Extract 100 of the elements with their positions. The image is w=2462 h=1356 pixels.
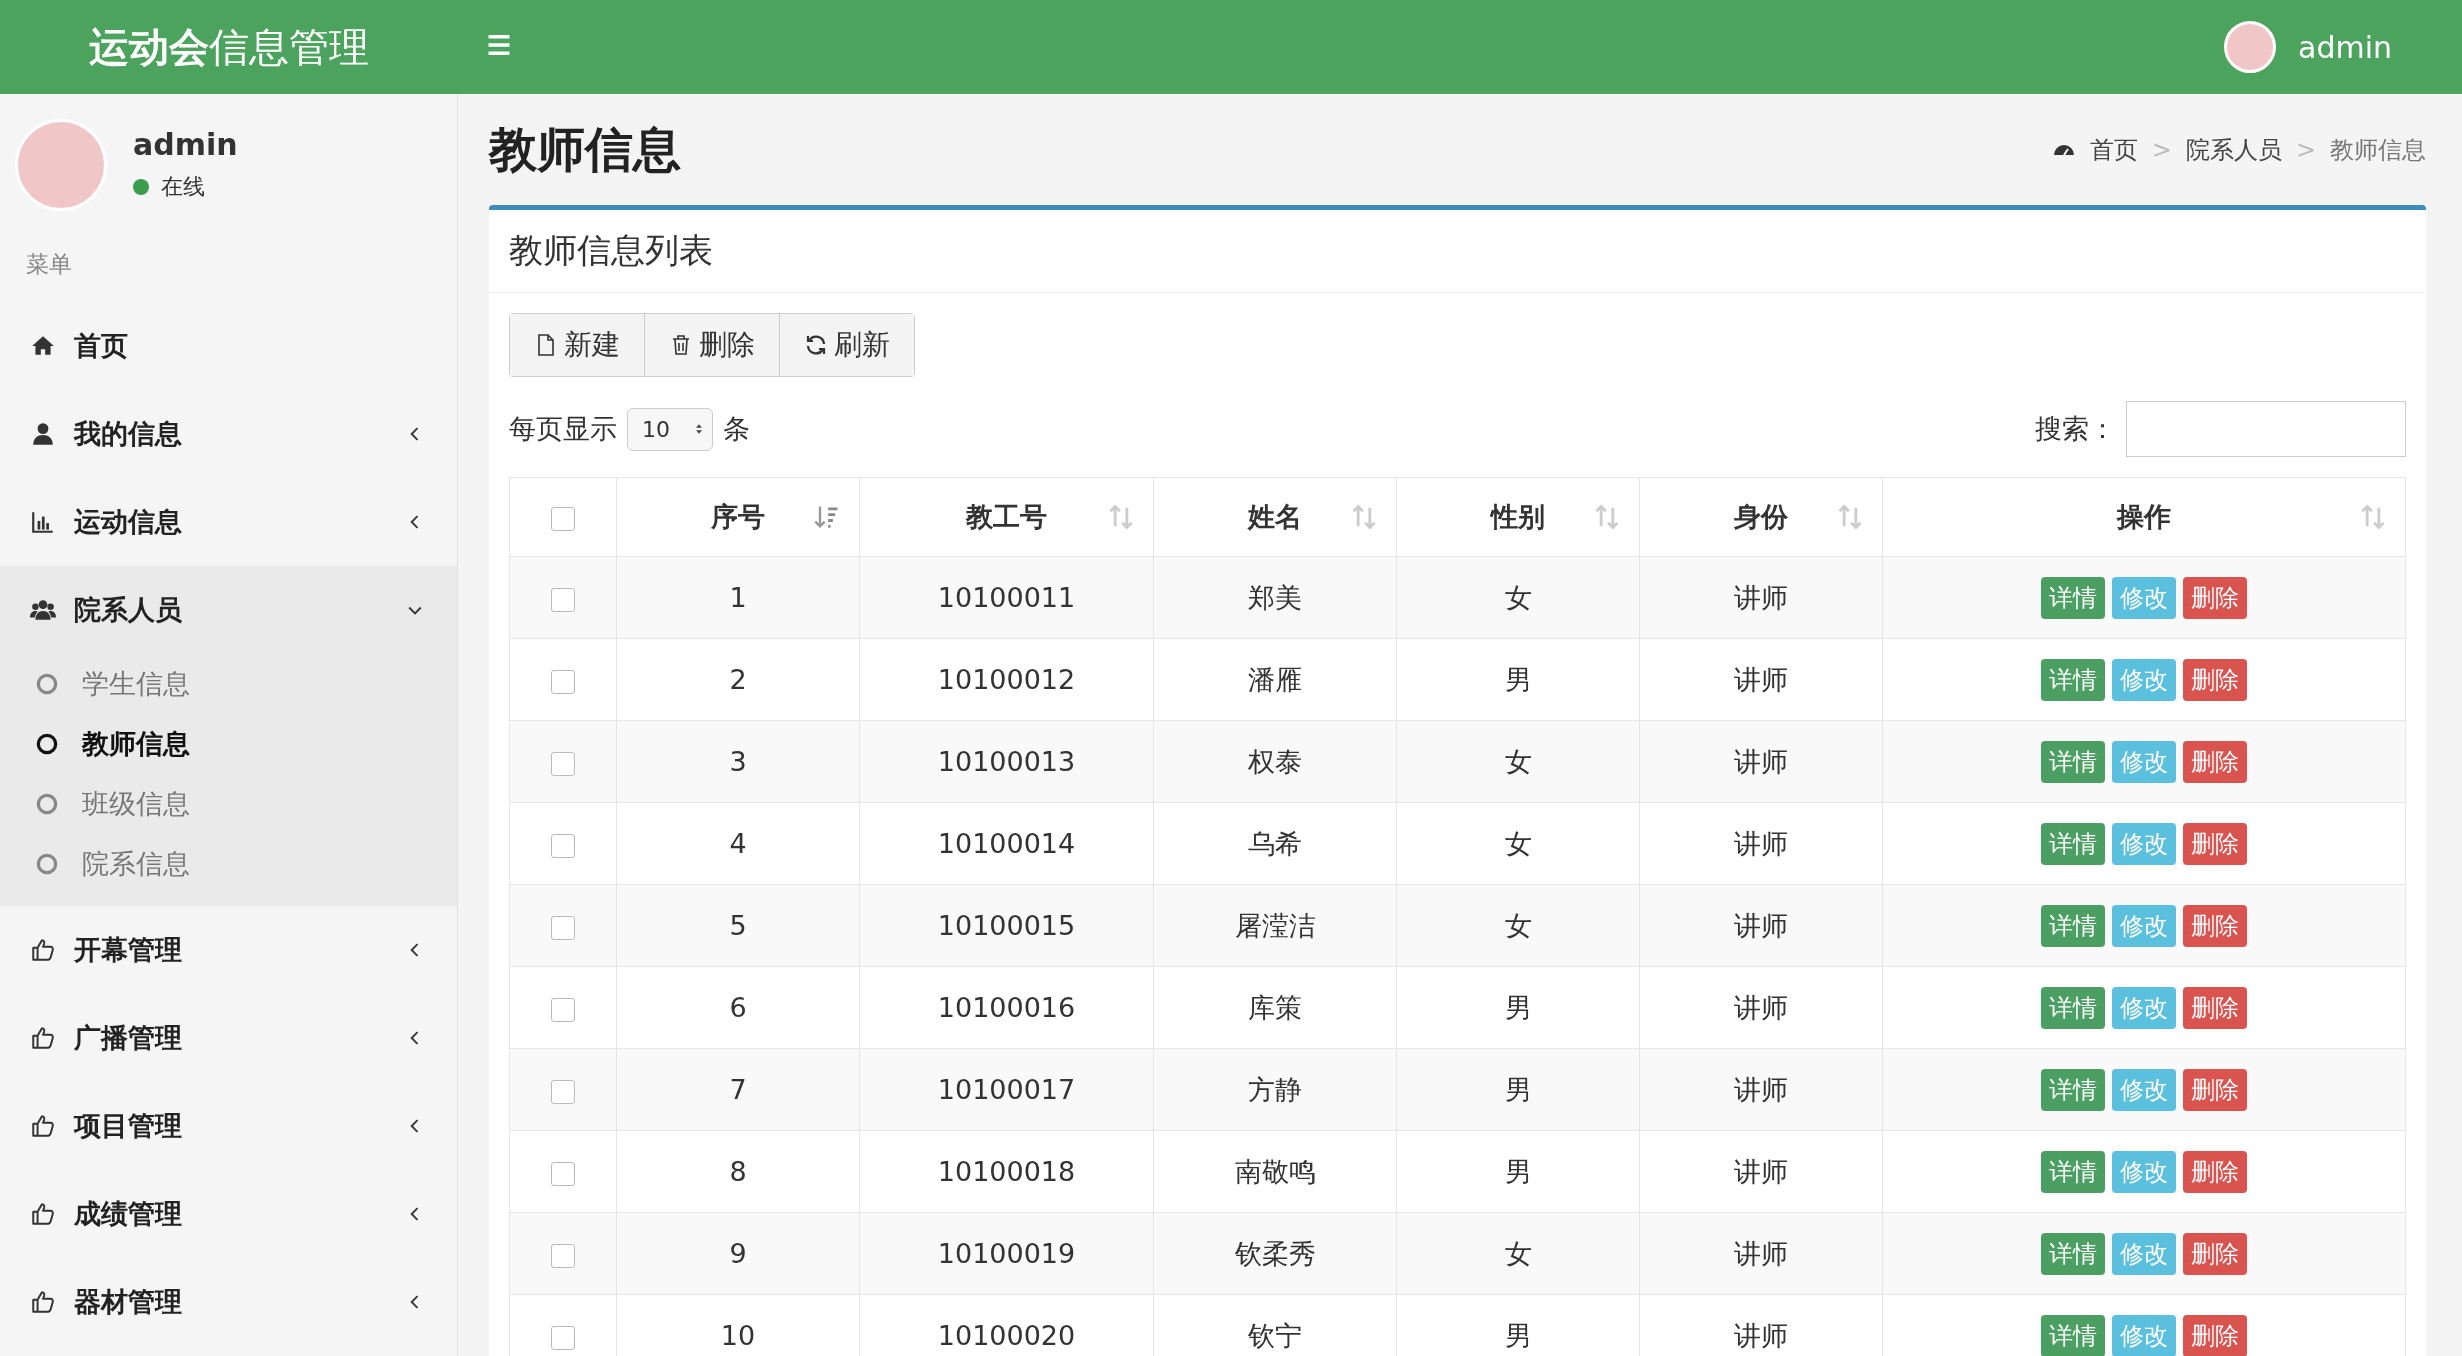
refresh-icon bbox=[804, 333, 828, 357]
thumbs-up-icon bbox=[30, 1201, 56, 1227]
edit-button[interactable]: 修改 bbox=[2112, 822, 2176, 865]
table-cell: 5 bbox=[616, 884, 860, 967]
user-name: admin bbox=[133, 127, 238, 162]
table-cell: 讲师 bbox=[1639, 1212, 1883, 1295]
table-cell: 10100011 bbox=[859, 556, 1154, 639]
menu-item[interactable]: 我的信息 bbox=[0, 390, 457, 478]
delete-button[interactable]: 删除 bbox=[2183, 576, 2247, 619]
delete-button[interactable]: 删除 bbox=[2183, 658, 2247, 701]
breadcrumb-link[interactable]: 首页 bbox=[2089, 133, 2138, 166]
details-button[interactable]: 详情 bbox=[2041, 904, 2105, 947]
table-cell: 讲师 bbox=[1639, 1130, 1883, 1213]
edit-button[interactable]: 修改 bbox=[2112, 740, 2176, 783]
menu-item[interactable]: 开幕管理 bbox=[0, 906, 457, 994]
edit-button[interactable]: 修改 bbox=[2112, 986, 2176, 1029]
breadcrumb-link[interactable]: 院系人员 bbox=[2185, 133, 2282, 166]
circle-icon bbox=[34, 731, 60, 757]
delete-button[interactable]: 删除 bbox=[2183, 1150, 2247, 1193]
submenu-item[interactable]: 学生信息 bbox=[0, 654, 457, 714]
table-cell: 女 bbox=[1396, 802, 1640, 885]
edit-button[interactable]: 修改 bbox=[2112, 1232, 2176, 1275]
edit-button[interactable]: 修改 bbox=[2112, 576, 2176, 619]
checkbox[interactable] bbox=[551, 1243, 575, 1268]
checkbox[interactable] bbox=[551, 669, 575, 694]
submenu-item[interactable]: 班级信息 bbox=[0, 774, 457, 834]
edit-button[interactable]: 修改 bbox=[2112, 658, 2176, 701]
edit-button[interactable]: 修改 bbox=[2112, 1068, 2176, 1111]
sort-icon bbox=[1107, 503, 1135, 531]
details-button[interactable]: 详情 bbox=[2041, 1232, 2105, 1275]
edit-button[interactable]: 修改 bbox=[2112, 904, 2176, 947]
details-button[interactable]: 详情 bbox=[2041, 658, 2105, 701]
delete-button[interactable]: 删除 bbox=[2183, 1232, 2247, 1275]
column-header[interactable]: 操作 bbox=[1882, 477, 2406, 557]
table-cell: 男 bbox=[1396, 1130, 1640, 1213]
table-cell: 女 bbox=[1396, 720, 1640, 803]
details-button[interactable]: 详情 bbox=[2041, 986, 2105, 1029]
panel-title: 教师信息列表 bbox=[489, 210, 2426, 293]
details-button[interactable]: 详情 bbox=[2041, 822, 2105, 865]
thumbs-up-icon bbox=[30, 1289, 56, 1315]
details-button[interactable]: 详情 bbox=[2041, 1150, 2105, 1193]
delete-button[interactable]: 删除 bbox=[2183, 986, 2247, 1029]
table-cell: 10100017 bbox=[859, 1048, 1154, 1131]
checkbox[interactable] bbox=[551, 1161, 575, 1186]
user-name[interactable]: admin bbox=[2298, 29, 2392, 65]
menu-item[interactable]: 成绩管理 bbox=[0, 1170, 457, 1258]
checkbox[interactable] bbox=[551, 833, 575, 858]
details-button[interactable]: 详情 bbox=[2041, 740, 2105, 783]
column-header[interactable]: 身份 bbox=[1639, 477, 1883, 557]
table-cell: 男 bbox=[1396, 1048, 1640, 1131]
column-header[interactable]: 教工号 bbox=[859, 477, 1154, 557]
table-cell: 7 bbox=[616, 1048, 860, 1131]
menu-item[interactable]: 运动信息 bbox=[0, 478, 457, 566]
delete-button[interactable]: 删除 bbox=[2183, 904, 2247, 947]
checkbox[interactable] bbox=[551, 915, 575, 940]
checkbox[interactable] bbox=[551, 587, 575, 612]
search-label: 搜索： bbox=[2035, 412, 2116, 446]
menu-item[interactable]: 器材管理 bbox=[0, 1258, 457, 1346]
sort-icon bbox=[1593, 503, 1621, 531]
details-button[interactable]: 详情 bbox=[2041, 1314, 2105, 1356]
app-logo: 运动会信息管理 bbox=[87, 22, 370, 72]
users-icon bbox=[30, 597, 56, 623]
table-cell: 女 bbox=[1396, 884, 1640, 967]
column-header[interactable]: 序号 bbox=[616, 477, 860, 557]
edit-button[interactable]: 修改 bbox=[2112, 1150, 2176, 1193]
page-title: 教师信息 bbox=[489, 119, 681, 179]
column-header[interactable]: 姓名 bbox=[1153, 477, 1397, 557]
edit-button[interactable]: 修改 bbox=[2112, 1314, 2176, 1356]
submenu-item[interactable]: 教师信息 bbox=[0, 714, 457, 774]
delete-button[interactable]: 删除 bbox=[2183, 1068, 2247, 1111]
menu-item[interactable]: 广播管理 bbox=[0, 994, 457, 1082]
checkbox[interactable] bbox=[551, 751, 575, 776]
circle-icon bbox=[34, 851, 60, 877]
menu-item[interactable]: 项目管理 bbox=[0, 1082, 457, 1170]
column-header[interactable]: 性别 bbox=[1396, 477, 1640, 557]
menu-item[interactable]: 首页 bbox=[0, 302, 457, 390]
status-text: 在线 bbox=[161, 173, 205, 201]
submenu-item[interactable]: 院系信息 bbox=[0, 834, 457, 894]
details-button[interactable]: 详情 bbox=[2041, 1068, 2105, 1111]
circle-icon bbox=[34, 671, 60, 697]
menu-item[interactable]: 院系人员 bbox=[0, 566, 457, 654]
checkbox[interactable] bbox=[551, 507, 575, 531]
checkbox[interactable] bbox=[551, 1325, 575, 1350]
checkbox[interactable] bbox=[551, 1079, 575, 1104]
avatar bbox=[2224, 21, 2276, 73]
page-length-select[interactable]: 10 bbox=[627, 407, 713, 451]
sort-icon bbox=[1350, 503, 1378, 531]
search-field[interactable] bbox=[2126, 401, 2406, 457]
toolbar-button[interactable]: 新建 bbox=[510, 314, 645, 376]
table-cell: 讲师 bbox=[1639, 556, 1883, 639]
table-cell: 讲师 bbox=[1639, 884, 1883, 967]
checkbox[interactable] bbox=[551, 997, 575, 1022]
table-cell: 女 bbox=[1396, 556, 1640, 639]
table-cell: 郑美 bbox=[1153, 556, 1397, 639]
table-cell: 10100013 bbox=[859, 720, 1154, 803]
delete-button[interactable]: 删除 bbox=[2183, 1314, 2247, 1356]
details-button[interactable]: 详情 bbox=[2041, 576, 2105, 619]
delete-button[interactable]: 删除 bbox=[2183, 822, 2247, 865]
delete-button[interactable]: 删除 bbox=[2183, 740, 2247, 783]
thumbs-up-icon bbox=[30, 1025, 56, 1051]
